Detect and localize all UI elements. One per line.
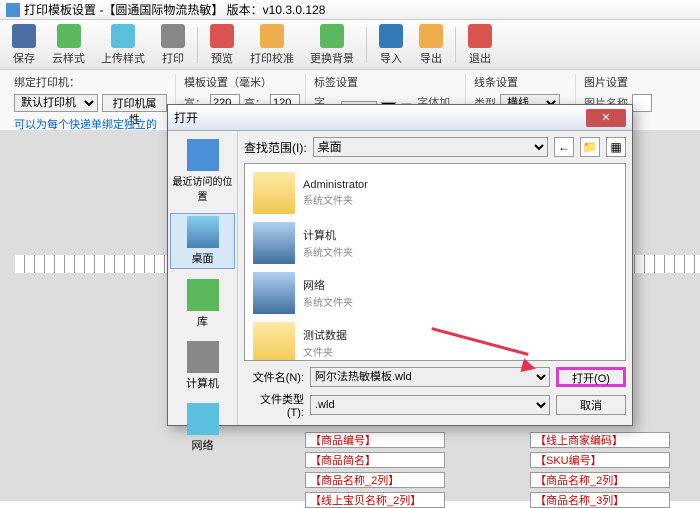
open-dialog: 打开 ✕ 最近访问的位置 桌面 库 计算机 网络 查找范围(I): 桌面 ← 📁… — [167, 104, 633, 426]
label-title: 标签设置 — [314, 74, 457, 90]
view-button[interactable]: ▦ — [606, 137, 626, 157]
printer-title: 绑定打印机： — [14, 74, 167, 90]
cloud-icon — [57, 24, 81, 48]
preview-button[interactable]: 预览 — [202, 22, 242, 68]
file-name: 计算机 — [303, 227, 353, 243]
file-item[interactable]: 计算机 系统文件夹 — [249, 218, 621, 268]
save-icon — [12, 24, 36, 48]
nav-computer[interactable]: 计算机 — [170, 339, 235, 393]
file-name: Administrator — [303, 179, 368, 191]
export-icon — [419, 24, 443, 48]
export-button[interactable]: 导出 — [411, 22, 451, 68]
monitor-icon — [253, 222, 295, 264]
file-name: 网络 — [303, 277, 353, 293]
field-sku-code[interactable]: 【SKU编号】 — [530, 452, 670, 468]
line-title: 线条设置 — [474, 74, 567, 90]
up-button[interactable]: 📁 — [580, 137, 600, 157]
library-icon — [187, 279, 219, 311]
upload-style-button[interactable]: 上传样式 — [93, 22, 153, 68]
folder-icon — [253, 172, 295, 214]
app-icon — [6, 3, 20, 17]
filename-label: 文件名(N): — [244, 369, 304, 385]
nav-desktop[interactable]: 桌面 — [170, 213, 235, 269]
file-item[interactable]: 网络 系统文件夹 — [249, 268, 621, 318]
titlebar-text: 打印模板设置 -【圆通国际物流热敏】 版本：v10.3.0.128 — [24, 1, 325, 18]
separator — [455, 27, 456, 63]
exit-button[interactable]: 退出 — [460, 22, 500, 68]
preview-icon — [210, 24, 234, 48]
exit-icon — [468, 24, 492, 48]
nav-recent[interactable]: 最近访问的位置 — [170, 137, 235, 205]
bg-icon — [320, 24, 344, 48]
printer-select[interactable]: 默认打印机 — [14, 94, 98, 112]
file-meta: 文件夹 — [303, 344, 347, 359]
image-title: 图片设置 — [584, 74, 652, 90]
save-button[interactable]: 保存 — [4, 22, 44, 68]
back-button[interactable]: ← — [554, 137, 574, 157]
nav-library[interactable]: 库 — [170, 277, 235, 331]
image-name-input[interactable] — [632, 94, 652, 112]
folder-icon — [253, 322, 295, 361]
nav-network[interactable]: 网络 — [170, 401, 235, 455]
field-product-name-2col-a[interactable]: 【商品名称_2列】 — [305, 472, 445, 488]
file-list[interactable]: Administrator 系统文件夹 计算机 系统文件夹 网络 系统文件夹 测… — [244, 163, 626, 361]
file-meta: 系统文件夹 — [303, 192, 368, 207]
network-icon — [187, 403, 219, 435]
field-online-item-name[interactable]: 【线上宝贝名称_2列】 — [305, 492, 445, 508]
recent-icon — [187, 139, 219, 171]
filetype-select[interactable]: .wld — [310, 395, 550, 415]
import-button[interactable]: 导入 — [371, 22, 411, 68]
field-product-name-3col[interactable]: 【商品名称_3列】 — [530, 492, 670, 508]
toolbar: 保存 云样式 上传样式 打印 预览 打印校准 更换背景 导入 导出 退出 — [0, 20, 700, 70]
file-name: 测试数据 — [303, 327, 347, 343]
open-button[interactable]: 打开(O) — [556, 367, 626, 387]
dialog-title: 打开 — [174, 109, 198, 126]
template-title: 模板设置（毫米） — [184, 74, 297, 90]
print-button[interactable]: 打印 — [153, 22, 193, 68]
change-bg-button[interactable]: 更换背景 — [302, 22, 362, 68]
desktop-icon — [187, 216, 219, 248]
calibrate-icon — [260, 24, 284, 48]
field-product-short-name[interactable]: 【商品简名】 — [305, 452, 445, 468]
field-product-name-2col-b[interactable]: 【商品名称_2列】 — [530, 472, 670, 488]
dialog-titlebar[interactable]: 打开 ✕ — [168, 105, 632, 131]
filetype-label: 文件类型(T): — [244, 391, 304, 419]
filename-input[interactable]: 阿尔法热敏模板.wld — [310, 367, 550, 387]
printer-prop-button[interactable]: 打印机属性 — [102, 94, 167, 112]
file-item[interactable]: 测试数据 文件夹 — [249, 318, 621, 361]
titlebar: 打印模板设置 -【圆通国际物流热敏】 版本：v10.3.0.128 — [0, 0, 700, 20]
file-meta: 系统文件夹 — [303, 294, 353, 309]
close-button[interactable]: ✕ — [586, 109, 626, 127]
lookin-label: 查找范围(I): — [244, 139, 307, 156]
monitor-icon — [253, 272, 295, 314]
field-online-merchant-code[interactable]: 【线上商家编码】 — [530, 432, 670, 448]
dialog-nav: 最近访问的位置 桌面 库 计算机 网络 — [168, 131, 238, 425]
calibrate-button[interactable]: 打印校准 — [242, 22, 302, 68]
upload-icon — [111, 24, 135, 48]
cloud-style-button[interactable]: 云样式 — [44, 22, 93, 68]
import-icon — [379, 24, 403, 48]
file-item[interactable]: Administrator 系统文件夹 — [249, 168, 621, 218]
field-product-code[interactable]: 【商品编号】 — [305, 432, 445, 448]
lookin-select[interactable]: 桌面 — [313, 137, 548, 157]
file-meta: 系统文件夹 — [303, 244, 353, 259]
print-icon — [161, 24, 185, 48]
cancel-button[interactable]: 取消 — [556, 395, 626, 415]
computer-icon — [187, 341, 219, 373]
separator — [366, 27, 367, 63]
separator — [197, 27, 198, 63]
